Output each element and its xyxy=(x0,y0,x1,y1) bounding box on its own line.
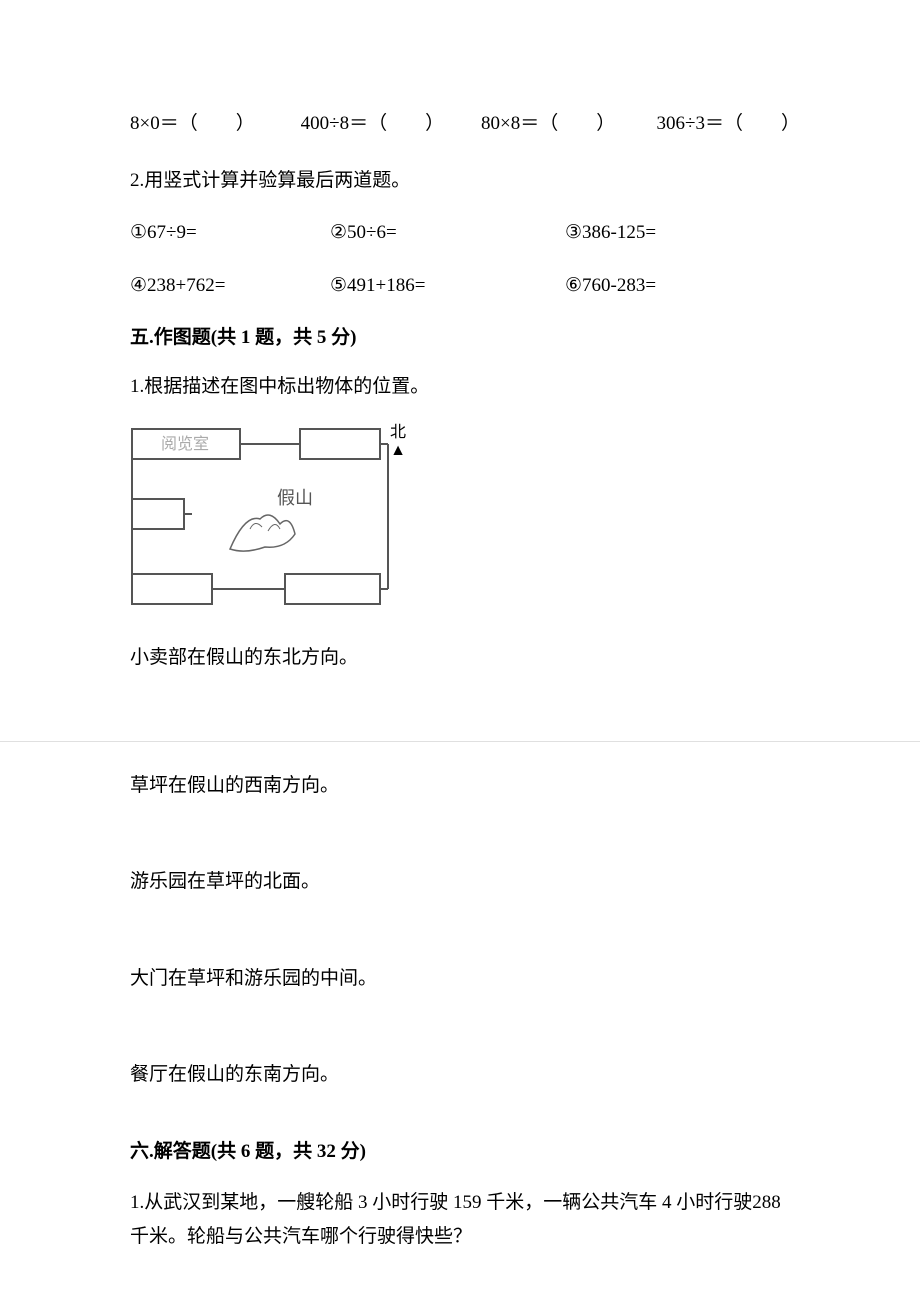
section-6-header: 六.解答题(共 6 题，共 32 分) xyxy=(130,1138,800,1167)
equation-3: 80×8＝（ ） xyxy=(481,110,657,139)
map-diagram: 阅览室 假山 北 ▲ xyxy=(130,419,420,614)
map-svg: 阅览室 假山 xyxy=(130,419,390,614)
q2-item-2: ②50÷6= xyxy=(330,219,565,248)
rock-garden-drawing-icon xyxy=(230,515,295,551)
q2-item-1: ①67÷9= xyxy=(130,219,330,248)
q2-item-3: ③386-125= xyxy=(565,219,765,248)
desc-4: 大门在草坪和游乐园的中间。 xyxy=(130,965,800,994)
question-2-row-1: ①67÷9= ②50÷6= ③386-125= xyxy=(130,219,800,248)
desc-5: 餐厅在假山的东南方向。 xyxy=(130,1061,800,1090)
label-rock-garden: 假山 xyxy=(277,488,313,508)
equation-2: 400÷8＝（ ） xyxy=(301,110,481,139)
q2-item-6: ⑥760-283= xyxy=(565,272,765,301)
equation-4: 306÷3＝（ ） xyxy=(657,110,800,139)
question-2-title: 2.用竖式计算并验算最后两道题。 xyxy=(130,167,800,196)
equation-row: 8×0＝（ ） 400÷8＝（ ） 80×8＝（ ） 306÷3＝（ ） xyxy=(130,110,800,139)
question-2-row-2: ④238+762= ⑤491+186= ⑥760-283= xyxy=(130,272,800,301)
equation-1: 8×0＝（ ） xyxy=(130,110,301,139)
desc-3: 游乐园在草坪的北面。 xyxy=(130,868,800,897)
q2-item-5: ⑤491+186= xyxy=(330,272,565,301)
section-5-q1: 1.根据描述在图中标出物体的位置。 xyxy=(130,373,800,402)
desc-2: 草坪在假山的西南方向。 xyxy=(130,772,800,801)
label-reading-room: 阅览室 xyxy=(161,435,209,453)
section-6-q1: 1.从武汉到某地，一艘轮船 3 小时行驶 159 千米，一辆公共汽车 4 小时行… xyxy=(130,1186,800,1254)
faint-divider xyxy=(0,741,920,742)
north-arrow-icon: ▲ xyxy=(390,442,406,459)
desc-1: 小卖部在假山的东北方向。 xyxy=(130,644,800,673)
q2-item-4: ④238+762= xyxy=(130,272,330,301)
north-label: 北 xyxy=(390,424,406,441)
section-5-header: 五.作图题(共 1 题，共 5 分) xyxy=(130,324,800,353)
north-indicator: 北 ▲ xyxy=(390,424,406,459)
